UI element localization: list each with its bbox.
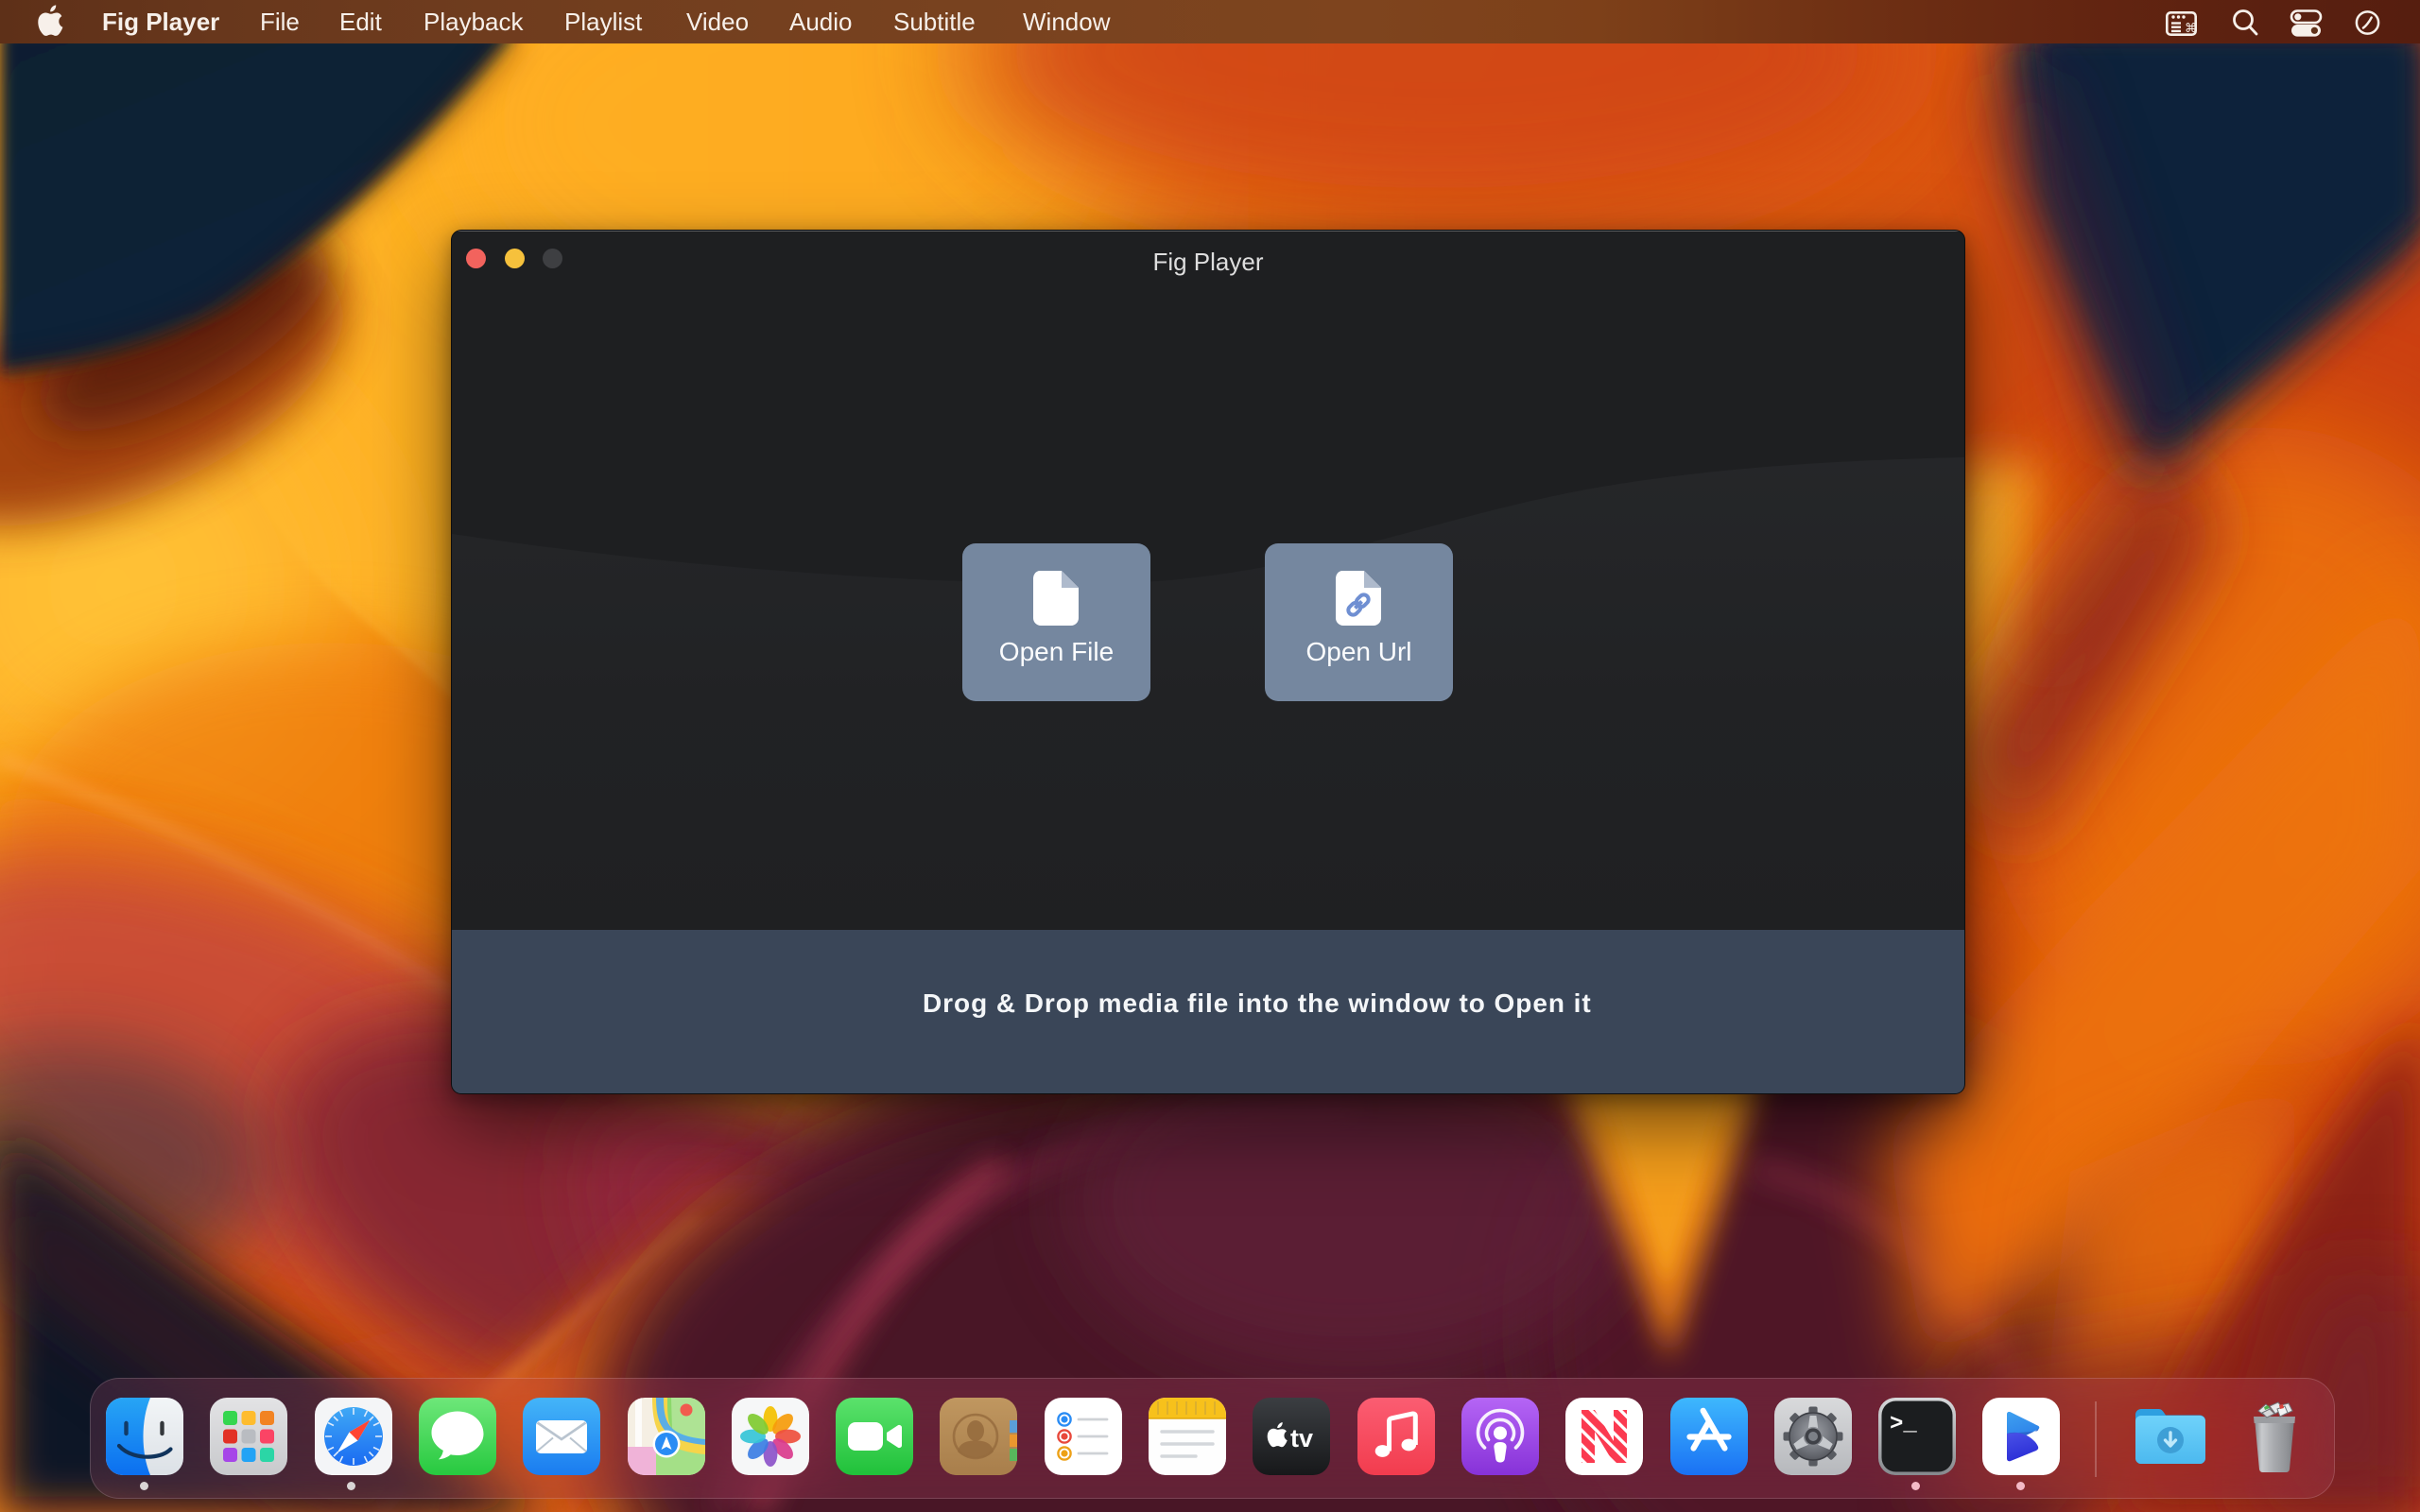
svg-text:tv: tv <box>1290 1424 1313 1452</box>
svg-text:⌘: ⌘ <box>2185 21 2197 35</box>
svg-text:>_: >_ <box>1890 1412 1917 1437</box>
